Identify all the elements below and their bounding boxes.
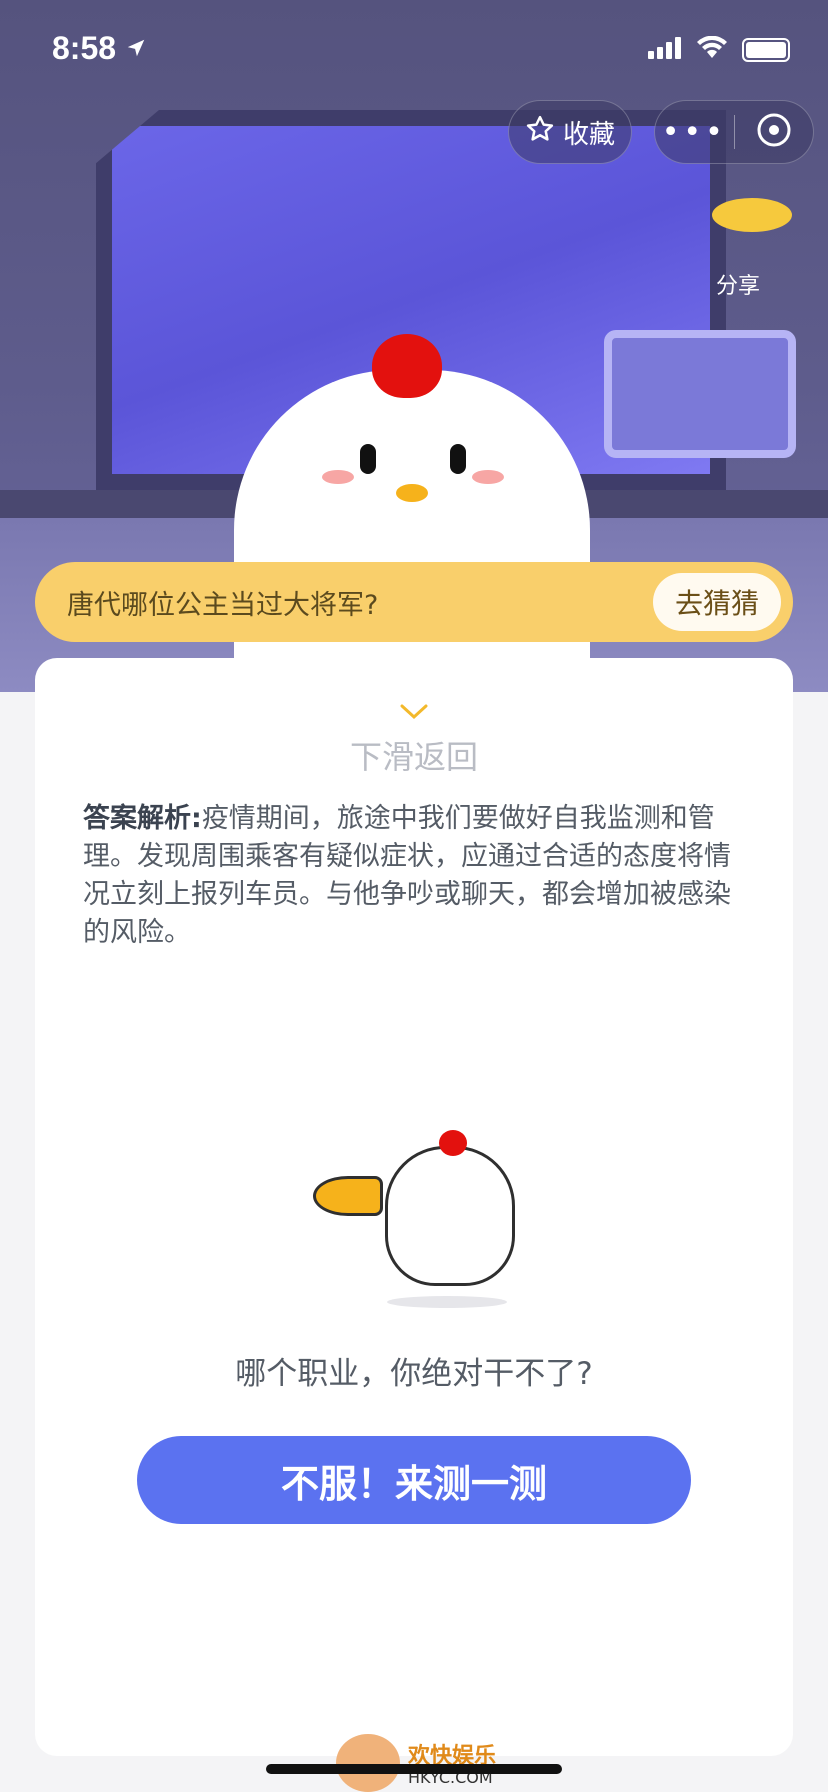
swipe-back-label[interactable]: 下滑返回 (35, 732, 793, 778)
analysis-title: 答案解析: (83, 803, 202, 834)
mascot-right-eye (450, 444, 466, 474)
more-dots-icon[interactable]: ••• (655, 115, 734, 150)
mascot-left-eye (360, 444, 376, 474)
mascot-left-cheek (322, 470, 354, 484)
question-bar[interactable]: 唐代哪位公主当过大将军? 去猜猜 (35, 562, 793, 642)
signal-icon (648, 37, 682, 63)
status-time: 8:58 (52, 30, 147, 67)
answer-card: 下滑返回 答案解析:疫情期间，旅途中我们要做好自我监测和管理。发现周围乘客有疑似… (35, 658, 793, 1756)
status-time-text: 8:58 (52, 30, 117, 66)
location-arrow-icon (125, 30, 147, 66)
question-text: 唐代哪位公主当过大将军? (67, 589, 379, 621)
share-label[interactable]: 分享 (716, 268, 760, 300)
battery-icon (742, 38, 790, 62)
watermark-mascot-icon (336, 1734, 400, 1792)
status-icons (648, 35, 790, 64)
megaphone-icon (313, 1176, 383, 1216)
chick-megaphone-illustration (295, 1116, 535, 1316)
chevron-down-icon[interactable] (35, 698, 793, 726)
watermark-logo: 欢快娱乐 HKYC.COM (336, 1734, 506, 1792)
take-test-button[interactable]: 不服！来测一测 (137, 1436, 691, 1524)
guess-button[interactable]: 去猜猜 (652, 573, 781, 631)
mascot-chick-illustration (234, 370, 590, 692)
home-indicator[interactable] (266, 1764, 562, 1774)
monitor-illustration (604, 330, 796, 458)
star-icon (525, 114, 555, 151)
wifi-icon (696, 35, 728, 64)
chick-body (385, 1146, 515, 1286)
mini-program-capsule: ••• (654, 100, 814, 164)
mascot-beak (396, 484, 428, 502)
chick-comb (439, 1130, 467, 1156)
promo-question: 哪个职业，你绝对干不了? (235, 1356, 593, 1392)
chick-shadow (387, 1296, 507, 1308)
favorite-label: 收藏 (562, 119, 615, 150)
favorite-button[interactable]: 收藏 (508, 100, 632, 164)
answer-analysis: 答案解析:疫情期间，旅途中我们要做好自我监测和管理。发现周围乘客有疑似症状，应通… (83, 800, 753, 952)
mascot-right-cheek (472, 470, 504, 484)
mascot-comb (372, 334, 442, 398)
status-bar: 8:58 (0, 0, 828, 100)
share-ufo-icon[interactable] (712, 198, 792, 232)
close-circle-icon[interactable] (735, 112, 814, 152)
